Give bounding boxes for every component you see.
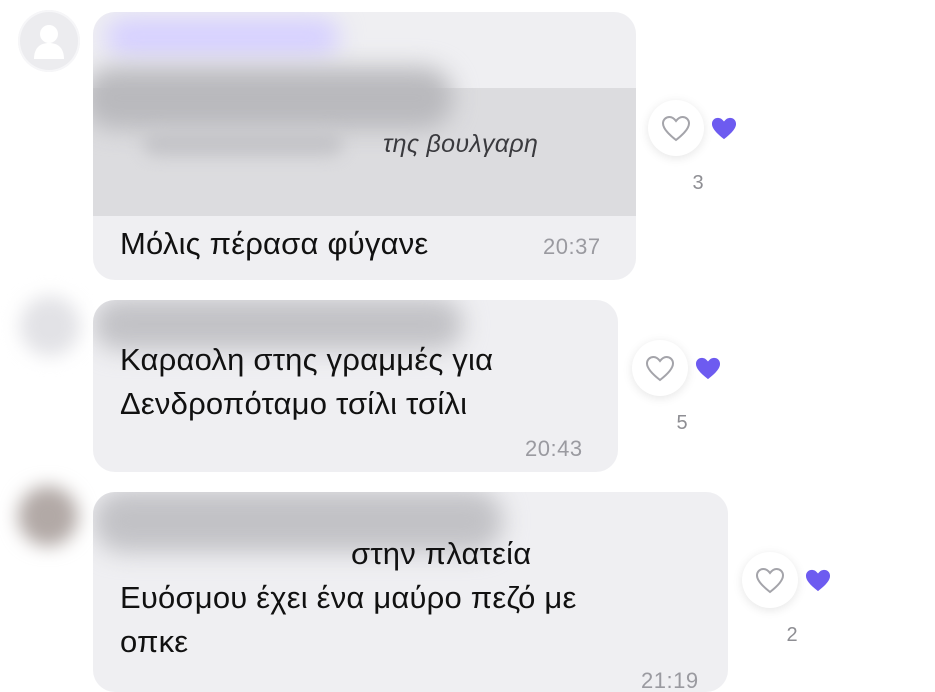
- quoted-text-redacted: [143, 130, 343, 156]
- message-text-line: Ευόσμου έχει ένα μαύρο πεζό με: [120, 580, 577, 615]
- reaction-bar: 3: [648, 100, 758, 194]
- message-text: Μόλις πέρασα φύγανε: [120, 226, 429, 261]
- message-time: 21:19: [641, 668, 699, 692]
- heart-outline-icon: [755, 567, 785, 594]
- reaction-count: 5: [676, 412, 688, 434]
- message-time: 20:43: [525, 436, 583, 461]
- message-bubble[interactable]: Καραολη στης γραμμές για Δενδροπόταμο τσ…: [93, 300, 618, 472]
- message-text: στην πλατεία Ευόσμου έχει ένα μαύρο πεζό …: [120, 532, 577, 664]
- message-bubble[interactable]: της βουλγαρη Μόλις πέρασα φύγανε 20:37: [93, 12, 636, 280]
- heart-icon[interactable]: [804, 568, 832, 593]
- add-reaction-button[interactable]: [648, 100, 704, 156]
- heart-icon[interactable]: [710, 116, 738, 141]
- heart-icon[interactable]: [694, 356, 722, 381]
- reaction-count: 3: [692, 172, 704, 194]
- heart-outline-icon: [661, 115, 691, 142]
- avatar[interactable]: [18, 486, 78, 546]
- message-text: Καραολη στης γραμμές για Δενδροπόταμο τσ…: [120, 342, 494, 421]
- sender-name-redacted: [105, 18, 340, 56]
- reaction-count: 2: [786, 624, 798, 646]
- quoted-text: της βουλγαρη: [383, 130, 539, 158]
- add-reaction-button[interactable]: [632, 340, 688, 396]
- reaction-bar: 5: [632, 340, 742, 434]
- message-bubble[interactable]: στην πλατεία Ευόσμου έχει ένα μαύρο πεζό …: [93, 492, 728, 692]
- reaction-bar: 2: [742, 552, 852, 646]
- add-reaction-button[interactable]: [742, 552, 798, 608]
- avatar[interactable]: [18, 10, 80, 72]
- message-text-line: στην πλατεία: [351, 536, 532, 571]
- quoted-sender-redacted: [93, 67, 453, 129]
- message-time: 20:37: [543, 234, 601, 259]
- avatar[interactable]: [20, 296, 80, 356]
- person-icon: [34, 25, 64, 59]
- message-text-line: οπκε: [120, 624, 189, 659]
- heart-outline-icon: [645, 355, 675, 382]
